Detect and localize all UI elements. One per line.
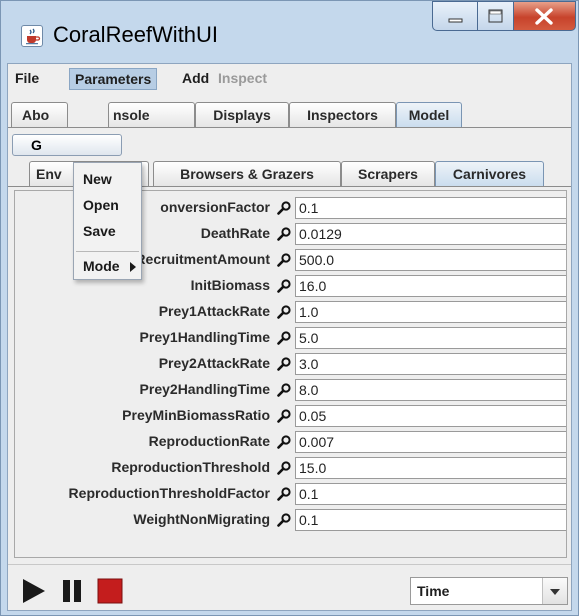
- parameter-name: InitBiomass: [190, 277, 270, 293]
- tab-carnivores[interactable]: Carnivores: [435, 161, 544, 187]
- magnifier-icon[interactable]: [277, 331, 291, 345]
- tab-scrapers[interactable]: Scrapers: [341, 161, 435, 187]
- parameter-value-field[interactable]: 1.0: [295, 301, 566, 323]
- parameter-row: ReproductionThresholdFactor 0.1: [15, 481, 566, 507]
- parameter-value-field[interactable]: 0.1: [295, 483, 566, 505]
- menu-bar: File Parameters Add Inspect: [8, 64, 571, 92]
- parameter-name: Prey1AttackRate: [158, 303, 270, 319]
- tab-divider: [8, 127, 571, 128]
- parameter-row: Prey2HandlingTime 8.0: [15, 377, 566, 403]
- triangle-right-icon: [130, 262, 136, 272]
- maximize-button[interactable]: [478, 1, 514, 31]
- menu-separator: [76, 251, 139, 252]
- magnifier-icon[interactable]: [277, 461, 291, 475]
- magnifier-icon[interactable]: [277, 227, 291, 241]
- parameter-name: ReproductionThresholdFactor: [68, 485, 270, 501]
- parameter-value-field[interactable]: 5.0: [295, 327, 566, 349]
- parameter-name: DeathRate: [200, 225, 270, 241]
- menu-item-save[interactable]: Save: [74, 219, 141, 245]
- go-button[interactable]: G: [12, 134, 122, 156]
- magnifier-icon[interactable]: [277, 435, 291, 449]
- parameter-name: Prey1HandlingTime: [139, 329, 270, 345]
- menu-parameters[interactable]: Parameters: [69, 68, 158, 90]
- parameter-value-field[interactable]: 16.0: [295, 275, 566, 297]
- magnifier-icon[interactable]: [277, 383, 291, 397]
- magnifier-icon[interactable]: [277, 253, 291, 267]
- magnifier-icon[interactable]: [277, 305, 291, 319]
- stop-icon[interactable]: [96, 577, 124, 605]
- tab-console[interactable]: nsole: [108, 102, 195, 128]
- menu-file[interactable]: File: [10, 68, 44, 90]
- parameter-name: WeightNonMigrating: [133, 511, 270, 527]
- tab-model[interactable]: Model: [396, 102, 462, 128]
- parameter-row: Prey1HandlingTime 5.0: [15, 325, 566, 351]
- parameter-name: Prey2HandlingTime: [139, 381, 270, 397]
- menu-item-mode-label: Mode: [83, 258, 120, 274]
- time-select-value: Time: [417, 583, 450, 599]
- menu-add[interactable]: Add: [177, 68, 214, 90]
- parameter-value-field[interactable]: 0.05: [295, 405, 566, 427]
- menu-inspect[interactable]: Inspect: [213, 68, 272, 90]
- magnifier-icon[interactable]: [277, 513, 291, 527]
- magnifier-icon[interactable]: [277, 357, 291, 371]
- parameter-name: ReproductionThreshold: [111, 459, 270, 475]
- magnifier-icon[interactable]: [277, 279, 291, 293]
- title-bar[interactable]: CoralReefWithUI: [1, 1, 578, 63]
- control-bar: Time: [8, 564, 571, 610]
- parameter-row: ReproductionThreshold 15.0: [15, 455, 566, 481]
- magnifier-icon[interactable]: [277, 201, 291, 215]
- parameter-value-field[interactable]: 8.0: [295, 379, 566, 401]
- minimize-button[interactable]: [432, 1, 478, 31]
- tab-browsers-grazers[interactable]: Browsers & Grazers: [153, 161, 341, 187]
- parameter-value-field[interactable]: 3.0: [295, 353, 566, 375]
- parameter-value-field[interactable]: 0.1: [295, 509, 566, 531]
- menu-item-open[interactable]: Open: [74, 193, 141, 219]
- client-area: File Parameters Add Inspect Abo nsole Di…: [7, 63, 572, 611]
- tab-displays[interactable]: Displays: [195, 102, 289, 128]
- chevron-down-icon: [550, 589, 560, 595]
- parameter-name: PreyMinBiomassRatio: [122, 407, 270, 423]
- app-window: CoralReefWithUI File Parameters Add Insp…: [0, 0, 579, 616]
- parameter-row: PreyMinBiomassRatio 0.05: [15, 403, 566, 429]
- parameter-row: WeightNonMigrating 0.1: [15, 507, 566, 533]
- time-select-arrow[interactable]: [542, 578, 567, 604]
- parameter-value-field[interactable]: 0.0129: [295, 223, 566, 245]
- window-title: CoralReefWithUI: [53, 22, 219, 47]
- menu-item-new[interactable]: New: [74, 167, 141, 193]
- parameters-dropdown: New Open Save Mode: [73, 162, 142, 280]
- parameter-value-field[interactable]: 0.1: [295, 197, 566, 219]
- parameter-row: Prey2AttackRate 3.0: [15, 351, 566, 377]
- parameter-row: ReproductionRate 0.007: [15, 429, 566, 455]
- play-icon[interactable]: [20, 577, 48, 605]
- parameter-value-field[interactable]: 500.0: [295, 249, 566, 271]
- parameter-name: Prey2AttackRate: [158, 355, 270, 371]
- tab-about[interactable]: Abo: [11, 102, 68, 128]
- parameter-value-field[interactable]: 0.007: [295, 431, 566, 453]
- main-tab-bar: Abo nsole Displays Inspectors Model: [8, 102, 571, 128]
- parameter-name: onversionFactor: [160, 199, 270, 215]
- tab-inspectors[interactable]: Inspectors: [289, 102, 396, 128]
- parameter-name: ReproductionRate: [148, 433, 270, 449]
- parameter-value-field[interactable]: 15.0: [295, 457, 566, 479]
- magnifier-icon[interactable]: [277, 487, 291, 501]
- menu-item-mode[interactable]: Mode: [74, 254, 141, 280]
- time-select[interactable]: Time: [410, 577, 568, 605]
- magnifier-icon[interactable]: [277, 409, 291, 423]
- pause-icon[interactable]: [58, 577, 86, 605]
- java-coffee-icon[interactable]: [21, 25, 43, 47]
- close-button[interactable]: [514, 1, 576, 31]
- parameter-row: Prey1AttackRate 1.0: [15, 299, 566, 325]
